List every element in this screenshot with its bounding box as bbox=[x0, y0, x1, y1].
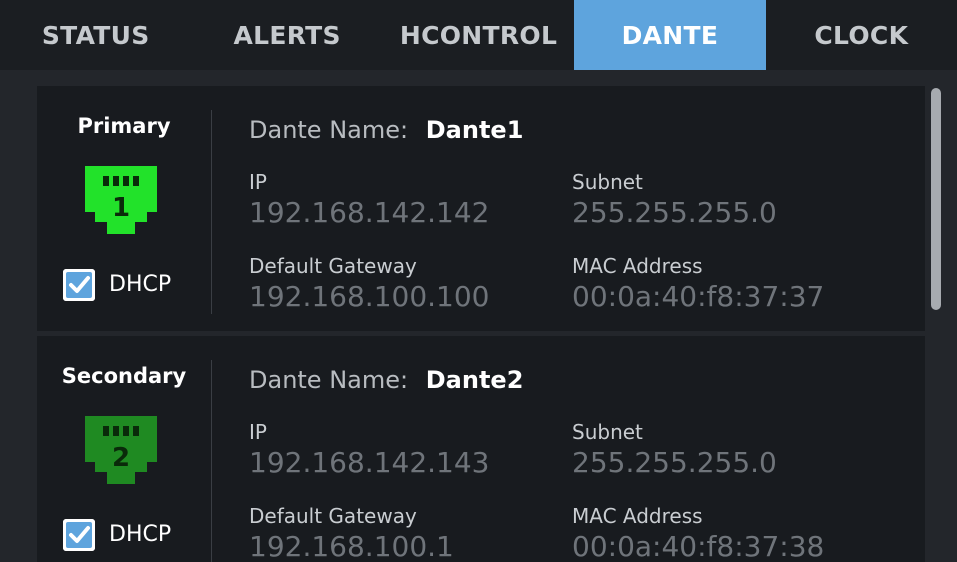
secondary-dante-name-row: Dante Name: Dante2 bbox=[249, 366, 523, 394]
ethernet-port-icon: 1 bbox=[85, 166, 157, 234]
tab-clock[interactable]: CLOCK bbox=[766, 0, 957, 70]
subnet-label: Subnet bbox=[572, 420, 643, 444]
primary-ip-value[interactable]: 192.168.142.142 bbox=[249, 196, 489, 229]
dante-name-label: Dante Name: bbox=[249, 366, 409, 394]
tab-status[interactable]: STATUS bbox=[0, 0, 191, 70]
secondary-dante-name[interactable]: Dante2 bbox=[426, 366, 524, 394]
primary-dhcp-label: DHCP bbox=[109, 272, 172, 297]
primary-title: Primary bbox=[77, 114, 171, 138]
secondary-ip-value[interactable]: 192.168.142.143 bbox=[249, 446, 489, 479]
dante-name-label: Dante Name: bbox=[249, 116, 409, 144]
secondary-subnet-value[interactable]: 255.255.255.0 bbox=[572, 446, 777, 479]
primary-subnet-value[interactable]: 255.255.255.0 bbox=[572, 196, 777, 229]
ethernet-port-icon: 2 bbox=[85, 416, 157, 484]
primary-network-card: Primary 1 DHCP Dante Name: Dante1 IP 192… bbox=[37, 86, 925, 331]
primary-divider bbox=[211, 110, 212, 314]
tab-dante[interactable]: DANTE bbox=[574, 0, 766, 70]
primary-dhcp-checkbox[interactable] bbox=[63, 269, 95, 301]
secondary-dhcp-checkbox[interactable] bbox=[63, 519, 95, 551]
primary-port-column: Primary 1 DHCP bbox=[37, 86, 211, 331]
secondary-subnet-field: Subnet 255.255.255.0 bbox=[572, 420, 777, 479]
secondary-port-number: 2 bbox=[112, 443, 130, 473]
primary-port-number: 1 bbox=[112, 193, 130, 223]
scrollbar-thumb[interactable] bbox=[931, 88, 941, 310]
gateway-label: Default Gateway bbox=[249, 504, 417, 528]
secondary-port-column: Secondary 2 DHCP bbox=[37, 336, 211, 562]
primary-dante-name-row: Dante Name: Dante1 bbox=[249, 116, 523, 144]
ip-label: IP bbox=[249, 420, 267, 444]
primary-subnet-field: Subnet 255.255.255.0 bbox=[572, 170, 777, 229]
secondary-network-card: Secondary 2 DHCP Dante Name: Dante2 IP 1… bbox=[37, 336, 925, 562]
dante-panel: Primary 1 DHCP Dante Name: Dante1 IP 192… bbox=[0, 70, 957, 562]
ip-label: IP bbox=[249, 170, 267, 194]
tab-bar: STATUS ALERTS HCONTROL DANTE CLOCK bbox=[0, 0, 957, 70]
mac-label: MAC Address bbox=[572, 504, 703, 528]
secondary-gateway-field: Default Gateway 192.168.100.1 bbox=[249, 504, 454, 562]
primary-ip-field: IP 192.168.142.142 bbox=[249, 170, 489, 229]
secondary-mac-field: MAC Address 00:0a:40:f8:37:38 bbox=[572, 504, 824, 562]
primary-gateway-field: Default Gateway 192.168.100.100 bbox=[249, 254, 489, 313]
secondary-title: Secondary bbox=[61, 364, 187, 388]
secondary-ip-field: IP 192.168.142.143 bbox=[249, 420, 489, 479]
secondary-dhcp-label: DHCP bbox=[109, 522, 172, 547]
tab-hcontrol[interactable]: HCONTROL bbox=[383, 0, 574, 70]
primary-dante-name[interactable]: Dante1 bbox=[426, 116, 524, 144]
mac-label: MAC Address bbox=[572, 254, 703, 278]
secondary-gateway-value[interactable]: 192.168.100.1 bbox=[249, 530, 454, 562]
gateway-label: Default Gateway bbox=[249, 254, 417, 278]
tab-alerts[interactable]: ALERTS bbox=[191, 0, 382, 70]
secondary-divider bbox=[211, 360, 212, 562]
subnet-label: Subnet bbox=[572, 170, 643, 194]
primary-mac-field: MAC Address 00:0a:40:f8:37:37 bbox=[572, 254, 824, 313]
primary-mac-value: 00:0a:40:f8:37:37 bbox=[572, 280, 825, 313]
primary-gateway-value[interactable]: 192.168.100.100 bbox=[249, 280, 489, 313]
secondary-mac-value: 00:0a:40:f8:37:38 bbox=[572, 530, 825, 562]
